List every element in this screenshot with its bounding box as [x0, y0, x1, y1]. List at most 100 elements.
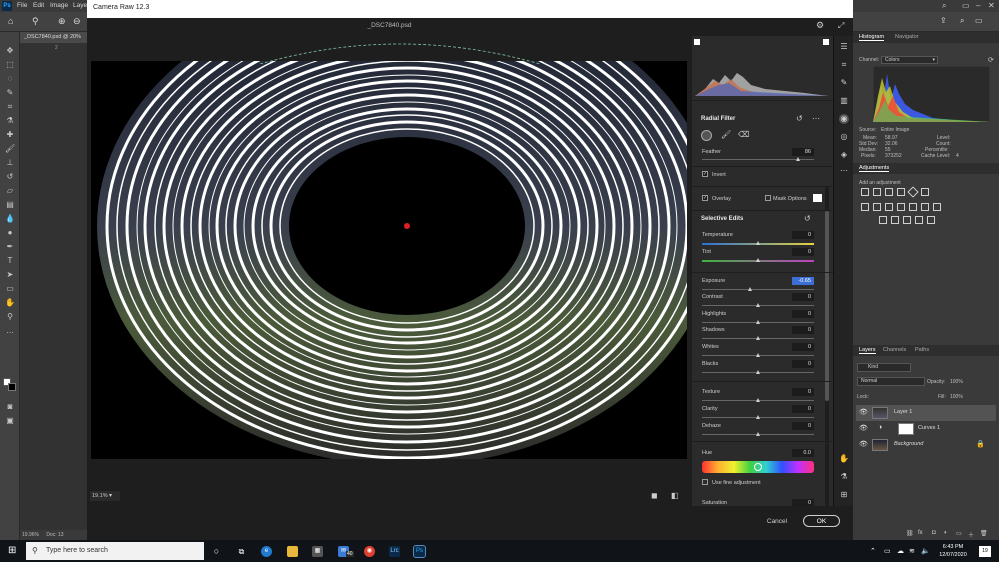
threshold-adj-icon[interactable] [891, 216, 899, 224]
hue-value[interactable]: 0.0 [792, 449, 814, 457]
whites-slider-thumb[interactable] [755, 353, 760, 357]
exposure-value[interactable]: -0.65 [792, 277, 814, 285]
before-after-icon[interactable]: ◧ [671, 491, 679, 500]
invert-checkbox[interactable]: ✓ [702, 171, 708, 177]
layer-filter-select[interactable]: Kind [857, 363, 911, 372]
highlights-value[interactable]: 0 [792, 310, 814, 318]
home-icon[interactable]: ⌂ [8, 16, 13, 26]
gradient-fill-adj-icon[interactable] [915, 216, 923, 224]
menu-layer[interactable]: Laye [73, 2, 87, 9]
document-tab[interactable]: _DSC7840.psd @ 20% [20, 32, 87, 43]
graduated-filter-icon[interactable]: ▥ [839, 96, 849, 106]
task-view-icon[interactable]: ⧉ [236, 546, 247, 557]
dodge-tool-icon[interactable]: ● [5, 228, 15, 238]
clarity-slider-thumb[interactable] [755, 415, 760, 419]
exposure-slider[interactable] [702, 289, 814, 290]
visibility-eye-icon[interactable]: 👁 [859, 441, 868, 448]
new-layer-icon[interactable]: ＋ [968, 530, 974, 539]
feather-slider-thumb[interactable] [795, 157, 800, 161]
overlay-checkbox[interactable]: ✓ [702, 195, 708, 201]
layer-row-curves1[interactable]: 👁 ◑ Curves 1 [856, 421, 996, 437]
cortana-icon[interactable]: ○ [211, 546, 222, 557]
shadows-slider-thumb[interactable] [755, 336, 760, 340]
more-tools-icon[interactable]: … [5, 326, 15, 336]
network-icon[interactable]: ▭ [884, 547, 891, 555]
temperature-value[interactable]: 0 [792, 231, 814, 239]
settings-gear-icon[interactable]: ⚙ [816, 20, 824, 31]
zoom-tool-icon[interactable]: ⚲ [32, 16, 39, 27]
feather-value[interactable]: 86 [792, 148, 814, 156]
gradient-map-adj-icon[interactable] [921, 203, 929, 211]
edge-icon[interactable]: e [261, 546, 272, 557]
vibrance-adj-icon[interactable] [907, 186, 919, 198]
lasso-tool-icon[interactable]: ◌ [5, 74, 15, 84]
link-icon[interactable]: ⛓ [906, 530, 914, 537]
channel-select[interactable]: Colors ▾ [881, 56, 938, 64]
shadows-value[interactable]: 0 [792, 326, 814, 334]
layer-row-layer1[interactable]: 👁 Layer 1 [856, 405, 996, 421]
texture-value[interactable]: 0 [792, 388, 814, 396]
windows-start-icon[interactable]: ⊞ [8, 545, 16, 556]
pattern-adj-icon[interactable] [927, 216, 935, 224]
gradient-tool-icon[interactable]: ▤ [5, 200, 15, 210]
presets-icon[interactable]: ◈ [839, 150, 849, 160]
highlights-slider-thumb[interactable] [755, 320, 760, 324]
grid-icon[interactable]: ⊞ [839, 490, 849, 500]
whites-value[interactable]: 0 [792, 343, 814, 351]
blur-tool-icon[interactable]: 💧 [5, 214, 15, 224]
fill-value[interactable]: 100% [950, 394, 963, 400]
lightroom-icon[interactable]: Lrc [389, 546, 400, 557]
layer-row-background[interactable]: 👁 Background 🔒 [856, 437, 996, 453]
stamp-tool-icon[interactable]: ⊥ [5, 158, 15, 168]
levels-adj-icon[interactable] [873, 188, 881, 196]
group-icon[interactable]: ▭ [956, 530, 962, 537]
hand-icon[interactable]: ✋ [839, 454, 849, 464]
tab-paths[interactable]: Paths [915, 347, 929, 353]
shape-tool-icon[interactable]: ▭ [5, 284, 15, 294]
wifi-icon[interactable]: ≋ [909, 547, 915, 555]
store-icon[interactable]: ▦ [312, 546, 323, 557]
source-value[interactable]: Entire Image [881, 127, 909, 133]
tray-chevron-icon[interactable]: ⌃ [870, 547, 876, 555]
marquee-tool-icon[interactable]: ⬚ [5, 60, 15, 70]
edit-sliders-icon[interactable]: ☰ [839, 42, 849, 52]
exposure-adj-icon[interactable] [897, 188, 905, 196]
search-icon-2[interactable]: ⌕ [960, 16, 964, 26]
redeye-icon[interactable]: ◎ [839, 132, 849, 142]
ok-button[interactable]: OK [803, 515, 840, 527]
tab-navigator[interactable]: Navigator [895, 34, 919, 40]
pen-tool-icon[interactable]: ✒ [5, 242, 15, 252]
file-explorer-icon[interactable] [287, 546, 298, 557]
radial-edit-icon[interactable] [701, 130, 712, 141]
fx-icon[interactable]: fx [918, 530, 923, 536]
contrast-slider-thumb[interactable] [755, 303, 760, 307]
blend-mode-select[interactable]: Normal [857, 377, 925, 386]
shadow-clip-icon[interactable] [694, 39, 700, 45]
blacks-value[interactable]: 0 [792, 360, 814, 368]
highlight-clip-icon[interactable] [823, 39, 829, 45]
move-tool-icon[interactable]: ✥ [5, 46, 15, 56]
posterize-adj-icon[interactable] [933, 203, 941, 211]
image-preview[interactable] [91, 61, 687, 459]
texture-slider-thumb[interactable] [755, 398, 760, 402]
menu-file[interactable]: File [17, 2, 27, 9]
taskbar-clock[interactable]: 6:43 PM 12/07/2020 [933, 543, 973, 559]
background-color-swatch[interactable] [8, 383, 16, 391]
zoom-in-icon[interactable]: ⊕ [58, 16, 66, 27]
brush-icon[interactable]: 🖌 [721, 130, 731, 139]
dehaze-slider-thumb[interactable] [755, 432, 760, 436]
chevron-down-icon[interactable]: ▾ [109, 492, 112, 499]
eyedropper-tool-icon[interactable]: ⚗ [5, 116, 15, 126]
type-tool-icon[interactable]: T [5, 256, 15, 266]
photo-filter-adj-icon[interactable] [885, 203, 893, 211]
hand-tool-icon[interactable]: ✋ [5, 298, 15, 308]
saturation-value[interactable]: 0 [792, 499, 814, 506]
search-icon[interactable]: ⌕ [942, 1, 946, 11]
color-balance-adj-icon[interactable] [861, 203, 869, 211]
fullscreen-icon[interactable]: ⤢ [838, 21, 844, 31]
bw-adj-icon[interactable] [873, 203, 881, 211]
mask-color-swatch[interactable] [813, 194, 822, 202]
trash-icon[interactable]: 🗑 [980, 530, 988, 537]
crop-tool-icon[interactable]: ⌗ [5, 102, 15, 112]
zoom-out-icon[interactable]: ⊖ [73, 16, 81, 27]
